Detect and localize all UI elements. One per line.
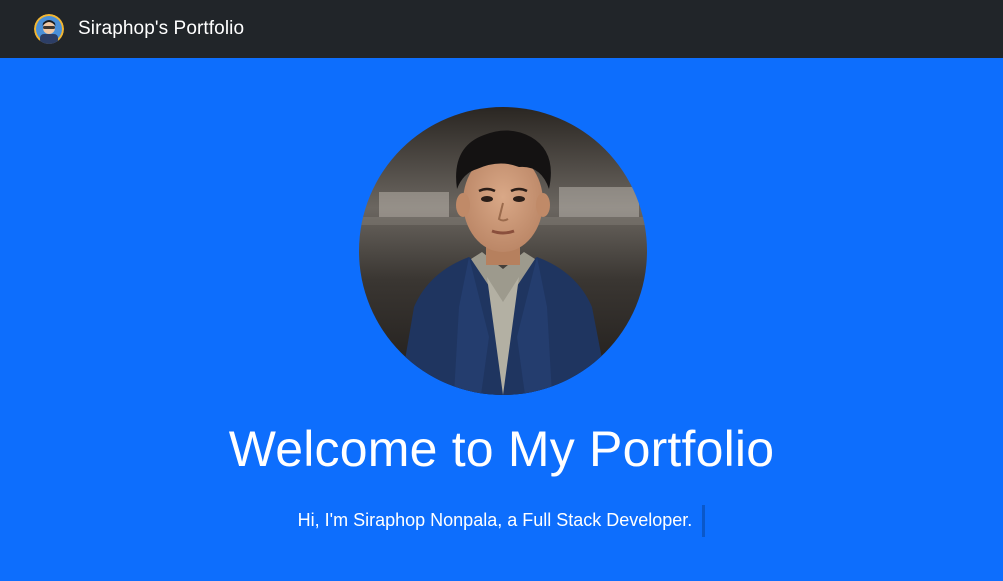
typing-cursor bbox=[702, 505, 706, 538]
brand-title: Siraphop's Portfolio bbox=[78, 18, 245, 39]
avatar-logo-icon bbox=[34, 14, 64, 44]
hero-title: Welcome to My Portfolio bbox=[228, 421, 775, 477]
hero-section: Welcome to My Portfolio Hi, I'm Siraphop… bbox=[0, 58, 1003, 581]
navbar-brand[interactable]: Siraphop's Portfolio bbox=[34, 14, 244, 44]
navbar: Siraphop's Portfolio bbox=[0, 0, 1003, 58]
profile-photo bbox=[359, 107, 647, 395]
typed-text: Hi, I'm Siraphop Nonpala, a Full Stack D… bbox=[297, 510, 693, 530]
hero-subtitle: Hi, I'm Siraphop Nonpala, a Full Stack D… bbox=[0, 505, 1003, 538]
